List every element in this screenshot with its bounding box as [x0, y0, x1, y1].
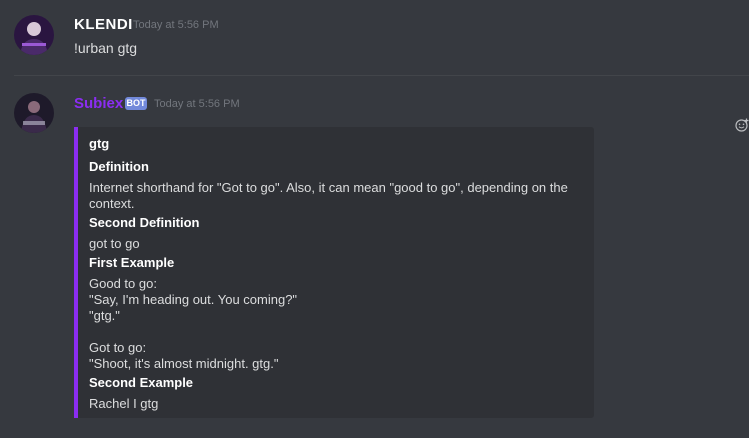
- message-text: !urban gtg: [74, 40, 138, 56]
- bot-badge: BOT: [125, 97, 147, 110]
- embed-field-name: First Example: [89, 255, 175, 270]
- message-divider: [14, 75, 749, 76]
- avatar[interactable]: [14, 15, 54, 55]
- embed-field-value: Good to go:: [89, 276, 157, 291]
- embed-field-value: "Say, I'm heading out. You coming?": [89, 292, 298, 307]
- embed-field-name: Second Example: [89, 375, 194, 390]
- embed-field-name: Second Definition: [89, 215, 200, 230]
- avatar[interactable]: [14, 93, 54, 133]
- chat-view: KLENDI Today at 5:56 PM !urban gtg Subie…: [0, 0, 749, 438]
- embed-field-name: Definition: [89, 159, 149, 174]
- embed-field-value: context.: [89, 196, 135, 211]
- add-reaction-icon[interactable]: [735, 118, 749, 132]
- embed: gtg Definition Internet shorthand for "G…: [74, 127, 594, 418]
- username[interactable]: KLENDI: [74, 16, 133, 33]
- embed-field-value: Rachel I gtg: [89, 396, 159, 411]
- embed-title: gtg: [89, 136, 110, 151]
- timestamp: Today at 5:56 PM: [133, 19, 219, 31]
- embed-field-value: "gtg.": [89, 308, 120, 323]
- embed-field-value: Internet shorthand for "Got to go". Also…: [89, 180, 568, 195]
- embed-field-value: got to go: [89, 236, 140, 251]
- embed-field-value: "Shoot, it's almost midnight. gtg.": [89, 356, 279, 371]
- timestamp: Today at 5:56 PM: [154, 98, 240, 110]
- embed-field-value: Got to go:: [89, 340, 147, 355]
- username[interactable]: Subiex: [74, 95, 123, 112]
